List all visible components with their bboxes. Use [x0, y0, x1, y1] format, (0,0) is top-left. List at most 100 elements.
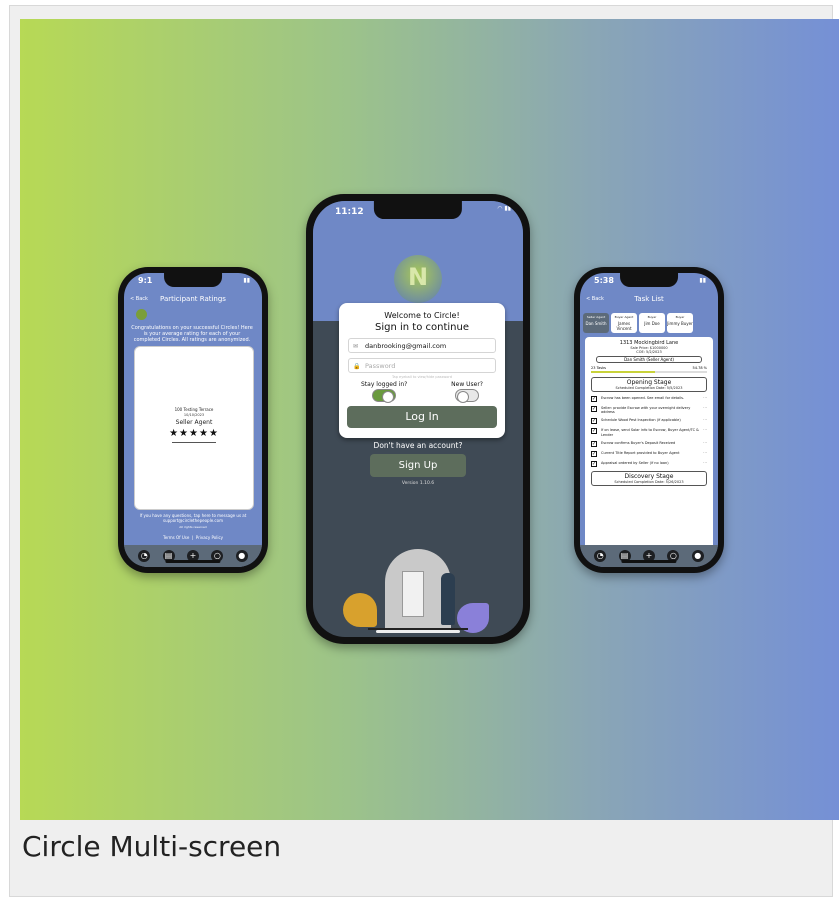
new-user-toggle[interactable]	[455, 389, 480, 403]
participant-tab[interactable]: Buyer Jimmy Buyer	[667, 313, 693, 333]
support-text[interactable]: If you have any questions, tap here to m…	[130, 513, 256, 524]
more-icon[interactable]: ···	[703, 440, 707, 446]
progress-labels: 23 Tasks 54.78 %	[591, 366, 707, 370]
agent-select-button[interactable]: Dan Smith (Seller Agent)	[596, 356, 702, 363]
signin-heading: Sign in to continue	[375, 322, 469, 333]
screen-participant-ratings: 9:1 ▮▮ < Back Participant Ratings Congra…	[124, 273, 262, 567]
password-hint: Tap eyeball to view/hide password	[392, 375, 452, 379]
participant-tab[interactable]: Buyer Agent James Vincent	[611, 313, 637, 333]
lock-icon: 🔒	[353, 363, 361, 370]
screen-task-list: 5:38 ▮▮ < Back Task List Seller Agent Dan…	[580, 273, 718, 567]
notch	[164, 273, 222, 287]
dashboard-icon[interactable]: ◔	[138, 550, 151, 562]
participant-tab[interactable]: Buyer Jim Doe	[639, 313, 665, 333]
home-indicator	[165, 560, 221, 563]
wifi-battery-icon: ◠ ▮▮	[497, 205, 511, 212]
divider	[172, 442, 216, 443]
progress-bar	[591, 371, 707, 373]
task-item[interactable]: ✓ Schedule Wood Pest Inspection (if appli…	[591, 418, 707, 425]
stay-logged-group: Stay logged in?	[361, 381, 408, 403]
circle-logo-icon	[136, 309, 147, 320]
task-item[interactable]: ✓ Escrow confirms Buyer's Deposit Receive…	[591, 440, 707, 447]
participant-tab[interactable]: Seller Agent Dan Smith	[583, 313, 609, 333]
home-indicator	[376, 630, 460, 633]
rating-address: 100 Testing Terrace	[174, 407, 214, 412]
checkbox-icon[interactable]: ✓	[591, 450, 597, 457]
stay-logged-toggle[interactable]	[372, 389, 397, 403]
stage-title: Opening Stage	[626, 379, 672, 386]
task-item[interactable]: ✓ Current Title Report provided to Buyer …	[591, 450, 707, 457]
notch	[373, 201, 463, 219]
stage-header[interactable]: Opening Stage Scheduled Completion Date:…	[591, 377, 707, 392]
screen-login: 11:12 ◠ ▮▮ N Welcome to Circle! Sign in …	[313, 201, 523, 637]
task-item[interactable]: ✓ Seller: provide Escrow with your overni…	[591, 405, 707, 414]
star-rating: ★★★★★	[169, 428, 219, 439]
tab-bar: ◔ ▤ + ○ ●	[124, 545, 262, 567]
battery-icon: ▮▮	[699, 277, 706, 284]
task-item[interactable]: ✓ If on lease, send Solar info to Escrow,…	[591, 428, 707, 437]
screen-title: Participant Ratings	[160, 295, 226, 303]
dashboard-icon[interactable]: ◔	[594, 550, 607, 562]
back-button[interactable]: < Back	[586, 296, 604, 302]
rating-card[interactable]: 100 Testing Terrace 10/10/2023 Seller Ag…	[134, 346, 254, 510]
checkbox-icon[interactable]: ✓	[591, 460, 597, 467]
phone-login: 11:12 ◠ ▮▮ N Welcome to Circle! Sign in …	[306, 194, 530, 644]
signup-button[interactable]: Sign Up	[370, 454, 466, 477]
mail-icon: ✉	[353, 343, 359, 350]
checkbox-icon[interactable]: ✓	[591, 406, 597, 412]
tasks-count: 23 Tasks	[591, 366, 606, 370]
toggle-row: Stay logged in? New User?	[339, 381, 505, 403]
screen-title: Task List	[634, 295, 664, 303]
chat-icon[interactable]: ●	[235, 550, 248, 562]
support-link[interactable]: If you have any questions, tap here to m…	[130, 513, 256, 529]
legal-links: Terms Of Use | Privacy Policy	[162, 535, 224, 540]
new-user-group: New User?	[451, 381, 483, 403]
notch	[620, 273, 678, 287]
email-value: danbrooking@gmail.com	[365, 342, 447, 350]
more-icon[interactable]: ···	[703, 395, 707, 401]
progress-percent: 54.78 %	[692, 366, 707, 370]
login-button[interactable]: Log In	[347, 406, 497, 428]
phone-participant-ratings: 9:1 ▮▮ < Back Participant Ratings Congra…	[118, 267, 268, 573]
checkbox-icon[interactable]: ✓	[591, 396, 597, 402]
back-button[interactable]: < Back	[130, 296, 148, 302]
more-icon[interactable]: ···	[703, 418, 707, 423]
version-text: Version 1.10.6	[401, 481, 435, 486]
stage-date: Scheduled Completion Date: 5/26/2023	[614, 479, 684, 484]
phone-task-list: 5:38 ▮▮ < Back Task List Seller Agent Dan…	[574, 267, 724, 573]
stay-logged-label: Stay logged in?	[361, 381, 408, 388]
checkbox-icon[interactable]: ✓	[591, 418, 597, 425]
welcome-text: Welcome to Circle!	[384, 311, 460, 320]
chat-icon[interactable]: ●	[691, 550, 704, 562]
login-card: Welcome to Circle! Sign in to continue ✉…	[339, 303, 505, 438]
more-icon[interactable]: ···	[703, 450, 707, 456]
rights-text: All rights reserved	[179, 524, 207, 529]
task-item[interactable]: ✓ Escrow has been opened. See email for d…	[591, 395, 707, 402]
privacy-link[interactable]: Privacy Policy	[196, 535, 223, 540]
more-icon[interactable]: ···	[703, 428, 707, 433]
rating-role: Seller Agent	[175, 419, 213, 426]
stage-date: Scheduled Completion Date: 5/5/2023	[615, 386, 683, 390]
coe-date: COE: 5/2/2023	[636, 350, 662, 354]
more-icon[interactable]: ···	[703, 405, 707, 411]
person-illustration	[441, 573, 455, 625]
nav-bar: < Back Participant Ratings	[124, 295, 262, 303]
checkbox-icon[interactable]: ✓	[591, 440, 597, 447]
email-field[interactable]: ✉ danbrooking@gmail.com	[348, 338, 496, 353]
participant-tabs: Seller Agent Dan Smith Buyer Agent James V…	[583, 313, 713, 333]
congrats-message: Congratulations on your successful Circl…	[131, 325, 253, 343]
terms-link[interactable]: Terms Of Use	[163, 535, 189, 540]
password-placeholder: Password	[365, 362, 396, 370]
circle-logo-icon: N	[394, 255, 442, 303]
new-user-label: New User?	[451, 381, 483, 388]
status-time: 11:12	[335, 207, 364, 217]
more-icon[interactable]: ···	[703, 460, 707, 466]
plant-illustration-left	[343, 593, 377, 627]
stage-header[interactable]: Discovery Stage Scheduled Completion Dat…	[591, 470, 707, 486]
hero-image: 9:1 ▮▮ < Back Participant Ratings Congra…	[20, 19, 839, 820]
stage-title: Discovery Stage	[624, 472, 674, 480]
password-field[interactable]: 🔒 Password	[348, 358, 496, 373]
battery-icon: ▮▮	[243, 277, 250, 284]
checkbox-icon[interactable]: ✓	[591, 428, 597, 435]
task-item[interactable]: ✓ Appraisal ordered by Seller (if no loan…	[591, 460, 707, 467]
